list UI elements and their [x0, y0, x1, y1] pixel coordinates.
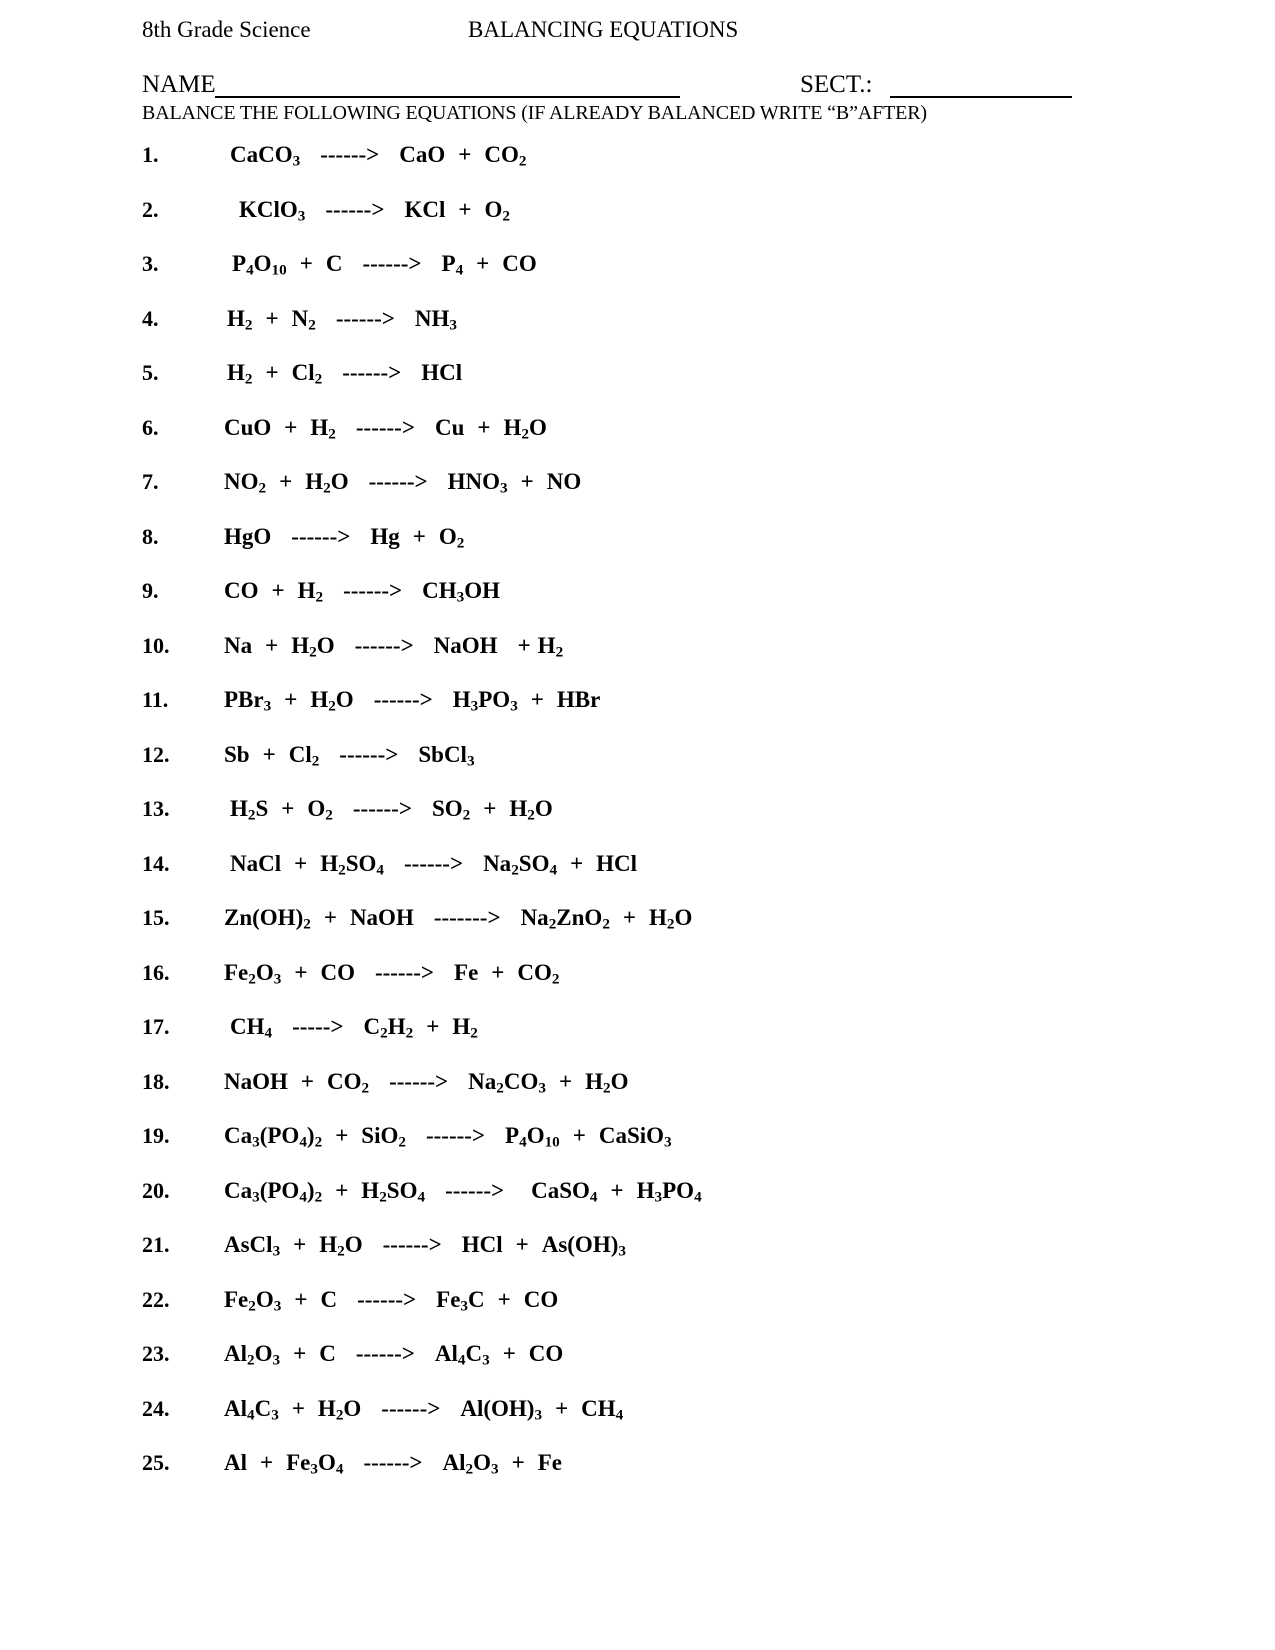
- equation-row: 2. KClO3 ------> KCl + O2: [0, 195, 1275, 250]
- equation-expression[interactable]: Ca3(PO4)2 + H2SO4 ------> CaSO4 + H3PO4: [224, 1176, 702, 1212]
- equation-row: 4. H2 + N2 ------> NH3: [0, 304, 1275, 359]
- equation-number: 4.: [142, 305, 159, 331]
- equation-expression[interactable]: Al2O3 + C ------> Al4C3 + CO: [224, 1339, 563, 1375]
- name-section-row: NAME SECT.:: [142, 70, 1142, 102]
- equation-row: 17. CH4 -----> C2H2 + H2: [0, 1012, 1275, 1067]
- equation-row: 10. Na + H2O ------> NaOH + H2: [0, 631, 1275, 686]
- equation-expression[interactable]: CuO + H2 ------> Cu + H2O: [224, 413, 547, 449]
- equation-number: 15.: [142, 905, 170, 930]
- equation-expression[interactable]: Fe2O3 + C ------> Fe3C + CO: [224, 1285, 558, 1321]
- equation-number: 18.: [142, 1068, 170, 1094]
- equation-number: 7.: [142, 469, 159, 494]
- equation-row: 1. CaCO3 ------> CaO + CO2: [0, 140, 1275, 195]
- equation-number: 1.: [142, 142, 159, 167]
- equation-number: 22.: [142, 1286, 170, 1312]
- page-title: BALANCING EQUATIONS: [468, 17, 739, 42]
- equation-row: 20. Ca3(PO4)2 + H2SO4 ------> CaSO4 + H3PO4: [0, 1176, 1275, 1231]
- equation-row: 7. NO2 + H2O ------> HNO3 + NO: [0, 467, 1275, 522]
- name-label: NAME: [142, 71, 216, 98]
- equation-row: 16. Fe2O3 + CO ------> Fe + CO2: [0, 958, 1275, 1013]
- equation-number: 25.: [142, 1450, 170, 1475]
- equation-expression[interactable]: Na + H2O ------> NaOH + H2: [224, 631, 563, 667]
- equation-row: 18. NaOH + CO2 ------> Na2CO3 + H2O: [0, 1067, 1275, 1122]
- equation-row: 23. Al2O3 + C ------> Al4C3 + CO: [0, 1339, 1275, 1394]
- equation-number: 16.: [142, 959, 170, 985]
- equation-row: 8. HgO ------> Hg + O2: [0, 522, 1275, 577]
- equation-row: 25. Al + Fe3O4 ------> Al2O3 + Fe: [0, 1448, 1275, 1503]
- equation-expression[interactable]: P4O10 + C ------> P4 + CO: [232, 249, 537, 285]
- equation-number: 11.: [142, 687, 169, 712]
- equation-row: 5. H2 + Cl2 ------> HCl: [0, 358, 1275, 413]
- equation-expression[interactable]: Sb + Cl2 ------> SbCl3: [224, 740, 475, 776]
- equation-expression[interactable]: H2S + O2 ------> SO2 + H2O: [230, 794, 553, 830]
- equation-list: 1. CaCO3 ------> CaO + CO2 2. KClO3 ------> KCl + O…: [0, 140, 1275, 1503]
- equation-number: 6.: [142, 414, 159, 440]
- equation-expression[interactable]: NO2 + H2O ------> HNO3 + NO: [224, 467, 581, 503]
- equation-row: 19. Ca3(PO4)2 + SiO2 ------> P4O10 + CaSiO3: [0, 1121, 1275, 1176]
- equation-row: 6. CuO + H2 ------> Cu + H2O: [0, 413, 1275, 468]
- equation-row: 13. H2S + O2 ------> SO2 + H2O: [0, 794, 1275, 849]
- equation-row: 15. Zn(OH)2 + NaOH -------> Na2ZnO2 + H2O: [0, 903, 1275, 958]
- equation-number: 3.: [142, 251, 159, 276]
- equation-number: 21.: [142, 1232, 170, 1257]
- equation-expression[interactable]: CH4 -----> C2H2 + H2: [230, 1012, 478, 1048]
- equation-number: 10.: [142, 632, 170, 658]
- equation-expression[interactable]: Zn(OH)2 + NaOH -------> Na2ZnO2 + H2O: [224, 903, 692, 939]
- course-label: 8th Grade Science: [142, 17, 311, 42]
- equation-number: 24.: [142, 1395, 170, 1421]
- equation-expression[interactable]: HgO ------> Hg + O2: [224, 522, 464, 558]
- equation-expression[interactable]: NaCl + H2SO4 ------> Na2SO4 + HCl: [230, 849, 637, 885]
- equation-expression[interactable]: Ca3(PO4)2 + SiO2 ------> P4O10 + CaSiO3: [224, 1121, 672, 1157]
- name-field-rule[interactable]: [215, 96, 680, 98]
- equation-number: 23.: [142, 1341, 170, 1366]
- equation-row: 9. CO + H2 ------> CH3OH: [0, 576, 1275, 631]
- worksheet-header: 8th Grade Science BALANCING EQUATIONS: [142, 16, 1142, 46]
- equation-expression[interactable]: Fe2O3 + CO ------> Fe + CO2: [224, 958, 559, 994]
- instructions-text: BALANCE THE FOLLOWING EQUATIONS (IF ALRE…: [142, 102, 927, 124]
- equation-number: 9.: [142, 578, 159, 603]
- equation-number: 2.: [142, 196, 159, 222]
- equation-expression[interactable]: H2 + N2 ------> NH3: [227, 304, 457, 340]
- equation-expression[interactable]: NaOH + CO2 ------> Na2CO3 + H2O: [224, 1067, 628, 1103]
- equation-expression[interactable]: H2 + Cl2 ------> HCl: [227, 358, 462, 394]
- equation-row: 12. Sb + Cl2 ------> SbCl3: [0, 740, 1275, 795]
- equation-expression[interactable]: PBr3 + H2O ------> H3PO3 + HBr: [224, 685, 600, 721]
- equation-expression[interactable]: CO + H2 ------> CH3OH: [224, 576, 500, 612]
- equation-number: 13.: [142, 796, 170, 821]
- equation-expression[interactable]: KClO3 ------> KCl + O2: [239, 195, 510, 231]
- equation-row: 22. Fe2O3 + C ------> Fe3C + CO: [0, 1285, 1275, 1340]
- equation-number: 19.: [142, 1123, 170, 1148]
- equation-number: 8.: [142, 523, 159, 549]
- equation-number: 5.: [142, 360, 159, 385]
- equation-expression[interactable]: Al + Fe3O4 ------> Al2O3 + Fe: [224, 1448, 562, 1484]
- equation-row: 14. NaCl + H2SO4 ------> Na2SO4 + HCl: [0, 849, 1275, 904]
- equation-expression[interactable]: CaCO3 ------> CaO + CO2: [230, 140, 526, 176]
- worksheet-page: 8th Grade Science BALANCING EQUATIONS NA…: [0, 0, 1275, 1650]
- equation-row: 24. Al4C3 + H2O ------> Al(OH)3 + CH4: [0, 1394, 1275, 1449]
- sect-label: SECT.:: [800, 71, 873, 98]
- equation-number: 12.: [142, 741, 170, 767]
- equation-row: 21. AsCl3 + H2O ------> HCl + As(OH)3: [0, 1230, 1275, 1285]
- equation-number: 14.: [142, 850, 170, 876]
- sect-field-rule[interactable]: [890, 96, 1072, 98]
- equation-row: 11. PBr3 + H2O ------> H3PO3 + HBr: [0, 685, 1275, 740]
- equation-row: 3. P4O10 + C ------> P4 + CO: [0, 249, 1275, 304]
- equation-number: 20.: [142, 1177, 170, 1203]
- equation-number: 17.: [142, 1014, 170, 1039]
- equation-expression[interactable]: AsCl3 + H2O ------> HCl + As(OH)3: [224, 1230, 626, 1266]
- equation-expression[interactable]: Al4C3 + H2O ------> Al(OH)3 + CH4: [224, 1394, 623, 1430]
